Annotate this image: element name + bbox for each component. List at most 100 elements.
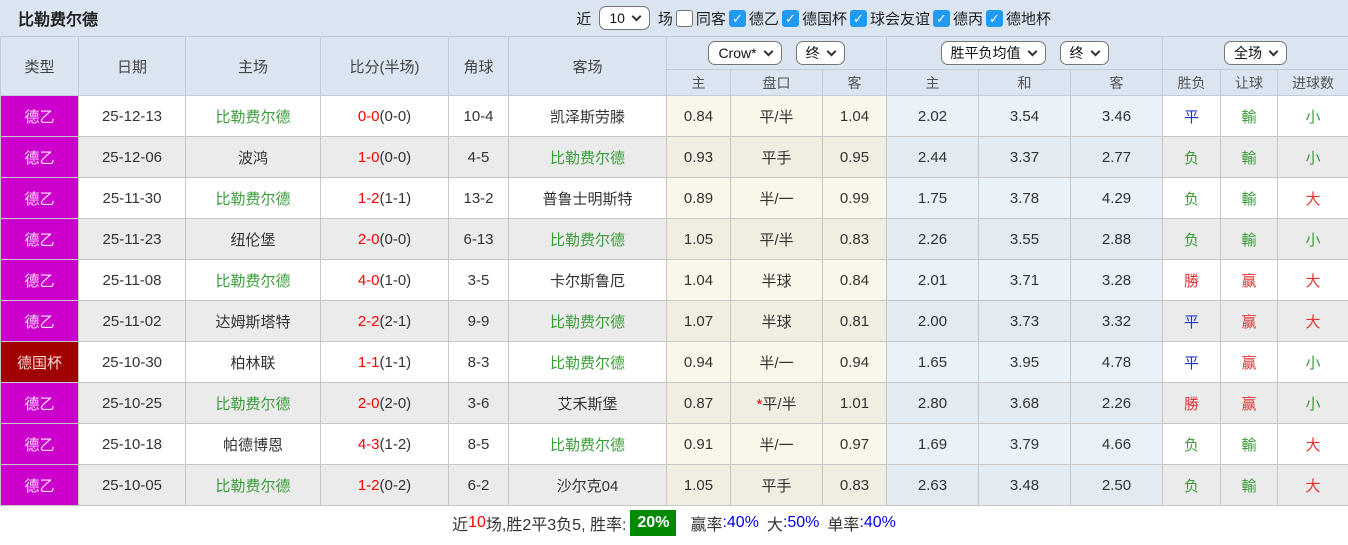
corner-cell: 3-5 <box>448 259 509 301</box>
goals-result-cell: 大 <box>1277 464 1348 506</box>
odds-home-cell: 0.94 <box>666 341 731 383</box>
match-row: 德乙 25-12-13 比勒费尔德 0-0(0-0) 10-4 凯泽斯劳滕 0.84 平/半 1… <box>0 95 1348 137</box>
same-away-checkbox[interactable] <box>675 9 693 27</box>
league-checkbox[interactable]: ✓ <box>728 9 746 27</box>
avg-draw-cell: 3.54 <box>978 95 1071 137</box>
col-header-type: 类型 <box>0 36 79 96</box>
subcol-avg-away: 客 <box>1070 69 1163 96</box>
odds-away-cell: 0.83 <box>822 464 887 506</box>
match-row: 德乙 25-11-23 纽伦堡 2-0(0-0) 6-13 比勒费尔德 1.05 平/半 0.8… <box>0 218 1348 260</box>
avg-home-cell: 2.44 <box>886 136 979 178</box>
odds-home-cell: 1.07 <box>666 300 731 342</box>
date-cell: 25-12-13 <box>78 95 186 137</box>
recent-count-select[interactable]: 10 <box>599 6 650 30</box>
result-cell: 勝 <box>1162 382 1221 424</box>
avg-away-cell: 4.78 <box>1070 341 1163 383</box>
col-header-score: 比分(半场) <box>320 36 449 96</box>
league-checkbox[interactable]: ✓ <box>985 9 1003 27</box>
corner-cell: 6-2 <box>448 464 509 506</box>
avg-draw-cell: 3.48 <box>978 464 1071 506</box>
score-cell: 1-2(0-2) <box>320 464 449 506</box>
result-cell: 负 <box>1162 423 1221 465</box>
date-cell: 25-10-25 <box>78 382 186 424</box>
single-rate-label: 单率 <box>827 516 860 534</box>
subcol-avg-home: 主 <box>886 69 979 96</box>
match-history-table: 类型 日期 主场 比分(半场) 角球 客场 Crow* 终 胜平负均值 终 全场… <box>0 36 1348 506</box>
avg-group-header: 胜平负均值 终 <box>886 36 1163 70</box>
avg-away-cell: 2.50 <box>1070 464 1163 506</box>
summary-count: 10 <box>468 513 486 531</box>
avg-draw-cell: 3.55 <box>978 218 1071 260</box>
games-label: 场 <box>657 10 673 28</box>
league-checkbox-label: 德丙 <box>952 10 983 28</box>
goals-result-cell: 大 <box>1277 300 1348 342</box>
league-checkbox[interactable]: ✓ <box>849 9 867 27</box>
result-cell: 平 <box>1162 95 1221 137</box>
odds-time-select[interactable]: 终 <box>795 41 845 65</box>
summary-bar: 近 10 场,胜2平3负5, 胜率: 20% 赢率:40% 大:50% 单率:40% <box>0 506 1348 539</box>
result-cell: 负 <box>1162 218 1221 260</box>
date-cell: 25-10-05 <box>78 464 186 506</box>
summary-record: 场,胜2平3负5, 胜率: <box>485 516 627 534</box>
result-cell: 平 <box>1162 300 1221 342</box>
odds-line-cell: 半球 <box>730 300 823 342</box>
goals-result-cell: 小 <box>1277 95 1348 137</box>
chevron-down-icon <box>1268 46 1279 56</box>
odds-away-cell: 1.01 <box>822 382 887 424</box>
big-label: 大 <box>766 516 783 534</box>
date-cell: 25-10-18 <box>78 423 186 465</box>
avg-home-cell: 1.75 <box>886 177 979 219</box>
score-cell: 1-0(0-0) <box>320 136 449 178</box>
odds-away-cell: 0.83 <box>822 218 887 260</box>
goals-result-cell: 小 <box>1277 136 1348 178</box>
home-cell: 比勒费尔德 <box>185 464 321 506</box>
odds-line-cell: 平/半 <box>730 218 823 260</box>
match-row: 德乙 25-10-18 帕德博恩 4-3(1-2) 8-5 比勒费尔德 0.91 半/一 0.9… <box>0 423 1348 465</box>
type-cell: 德国杯 <box>0 341 79 383</box>
avg-draw-cell: 3.37 <box>978 136 1071 178</box>
big-value: :50% <box>782 513 820 531</box>
chevron-down-icon <box>631 11 642 21</box>
avg-type-select[interactable]: 胜平负均值 <box>940 41 1046 65</box>
odds-line-cell: 半/一 <box>730 177 823 219</box>
goals-result-cell: 大 <box>1277 177 1348 219</box>
score-cell: 2-0(2-0) <box>320 382 449 424</box>
col-header-corners: 角球 <box>448 36 509 96</box>
league-checkbox-label: 德国杯 <box>801 10 847 28</box>
avg-time-select[interactable]: 终 <box>1059 41 1109 65</box>
avg-home-cell: 2.63 <box>886 464 979 506</box>
odds-line-cell: 平/半 <box>730 95 823 137</box>
type-cell: 德乙 <box>0 95 79 137</box>
avg-away-cell: 2.88 <box>1070 218 1163 260</box>
odds-line-cell: 半/一 <box>730 423 823 465</box>
away-cell: 艾禾斯堡 <box>508 382 667 424</box>
home-cell: 波鸿 <box>185 136 321 178</box>
corner-cell: 3-6 <box>448 382 509 424</box>
home-cell: 比勒费尔德 <box>185 382 321 424</box>
subcol-result: 胜负 <box>1162 69 1221 96</box>
avg-away-cell: 3.46 <box>1070 95 1163 137</box>
avg-away-cell: 2.26 <box>1070 382 1163 424</box>
type-cell: 德乙 <box>0 464 79 506</box>
away-cell: 凯泽斯劳滕 <box>508 95 667 137</box>
avg-away-cell: 3.28 <box>1070 259 1163 301</box>
avg-draw-cell: 3.73 <box>978 300 1071 342</box>
avg-away-cell: 2.77 <box>1070 136 1163 178</box>
away-cell: 沙尔克04 <box>508 464 667 506</box>
home-cell: 帕德博恩 <box>185 423 321 465</box>
bookmaker-select[interactable]: Crow* <box>708 41 782 65</box>
recent-count-value: 10 <box>609 10 625 26</box>
avg-home-cell: 1.65 <box>886 341 979 383</box>
away-cell: 比勒费尔德 <box>508 341 667 383</box>
league-checkbox[interactable]: ✓ <box>781 9 799 27</box>
odds-line-cell: 平手 <box>730 464 823 506</box>
type-cell: 德乙 <box>0 382 79 424</box>
summary-prefix: 近 <box>452 516 469 534</box>
avg-away-cell: 3.32 <box>1070 300 1163 342</box>
away-cell: 比勒费尔德 <box>508 300 667 342</box>
match-scope-select[interactable]: 全场 <box>1224 41 1287 65</box>
league-checkbox[interactable]: ✓ <box>932 9 950 27</box>
corner-cell: 10-4 <box>448 95 509 137</box>
goals-result-cell: 小 <box>1277 341 1348 383</box>
col-header-away: 客场 <box>508 36 667 96</box>
